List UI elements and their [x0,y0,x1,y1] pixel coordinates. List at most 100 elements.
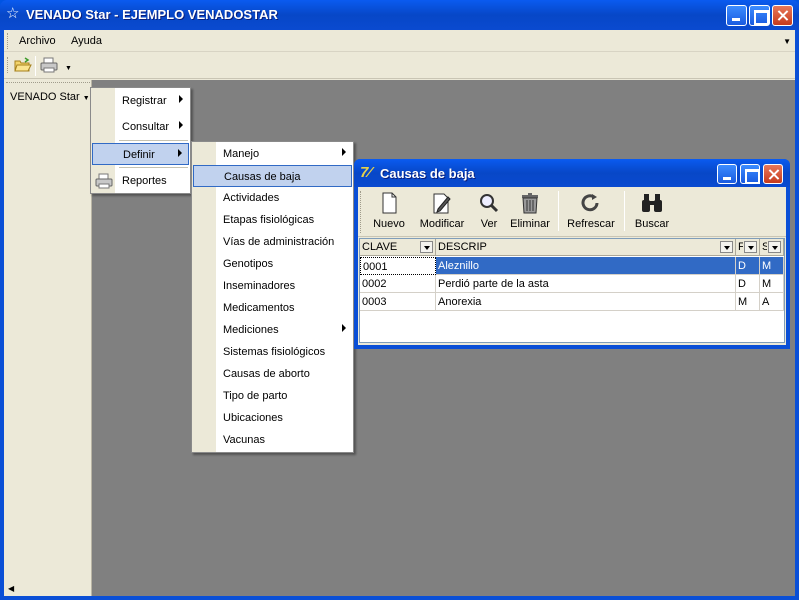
submenu-arrow-icon [342,148,346,156]
table-cell[interactable]: Aleznillo [436,257,736,275]
submenu-item-manejo[interactable]: Manejo [193,143,352,165]
submenu-item-inseminadores[interactable]: Inseminadores [193,275,352,297]
printer-dropdown-icon[interactable]: ▼ [65,65,72,72]
submenu-item-mediciones[interactable]: Mediciones [193,319,352,341]
modificar-button[interactable]: Modificar [416,190,468,234]
submenu-item-tipo-parto[interactable]: Tipo de parto [193,385,352,407]
printer-icon[interactable] [40,57,58,73]
venado-dropdown-menu: Registrar Consultar Definir Reportes [90,87,191,194]
pane-title-menu[interactable]: VENADO Star ▼ [10,91,90,103]
table-cell[interactable]: D [736,257,760,275]
column-header-descrip[interactable]: DESCRIP [436,239,736,256]
menu-separator [119,167,188,168]
table-cell[interactable]: 0003 [360,293,436,311]
trash-icon [522,193,538,214]
sistemas-label: Sistemas fisiológicos [223,346,326,358]
registrar-label: Registrar [122,95,167,107]
menu-item-consultar[interactable]: Consultar [92,116,189,138]
menu-separator [119,140,188,141]
column-header-s[interactable]: S [760,239,784,256]
modificar-label: Modificar [419,218,465,230]
eliminar-button[interactable]: Eliminar [508,190,552,234]
tipo-parto-label: Tipo de parto [223,390,288,402]
toolbar-separator [35,56,36,76]
submenu-item-causas-de-baja[interactable]: Causas de baja [193,165,352,187]
header-label: F [738,241,743,253]
title-bar[interactable]: ☆ VENADO Star - EJEMPLO VENADOSTAR [0,0,799,30]
column-filter-dropdown[interactable] [768,241,781,253]
edit-pencil-icon [433,193,451,214]
nuevo-button[interactable]: Nuevo [366,190,412,234]
submenu-item-medicamentos[interactable]: Medicamentos [193,297,352,319]
menu-item-registrar[interactable]: Registrar [92,90,189,112]
table-cell[interactable]: D [736,275,760,293]
table-cell[interactable]: M [760,257,784,275]
definir-submenu: Manejo Causas de baja Actividades Etapas… [191,141,354,453]
maximize-button[interactable] [749,5,770,26]
menu-item-definir[interactable]: Definir [92,143,189,165]
toolbar-separator [624,191,625,231]
submenu-arrow-icon [178,149,182,157]
scroll-left-icon[interactable]: ◀ [8,584,14,593]
menu-item-reportes[interactable]: Reportes [92,170,189,192]
table-cell[interactable]: A [760,293,784,311]
close-button[interactable] [772,5,793,26]
submenu-item-genotipos[interactable]: Genotipos [193,253,352,275]
submenu-arrow-icon [342,324,346,332]
menu-archivo[interactable]: Archivo [19,35,56,47]
causas-de-baja-window: 7⁄ Causas de baja Nuevo Modificar Ver El… [354,159,790,349]
child-title-bar[interactable]: 7⁄ Causas de baja [354,159,790,187]
consultar-label: Consultar [122,121,170,133]
submenu-arrow-icon [179,95,183,103]
submenu-item-ubicaciones[interactable]: Ubicaciones [193,407,352,429]
ubicaciones-label: Ubicaciones [223,412,283,424]
menu-bar: Archivo Ayuda ▼ [4,30,795,52]
pane-title-label: VENADO Star [10,91,80,103]
definir-label: Definir [123,149,155,161]
column-filter-dropdown[interactable] [744,241,757,253]
manejo-label: Manejo [223,148,260,160]
nuevo-label: Nuevo [373,218,405,230]
refrescar-button[interactable]: Refrescar [564,190,618,234]
open-folder-icon[interactable] [14,57,32,73]
submenu-item-etapas[interactable]: Etapas fisiológicas [193,209,352,231]
column-filter-dropdown[interactable] [720,241,733,253]
chevron-down-icon[interactable]: ▼ [783,37,791,46]
header-label: S [762,241,767,253]
table-cell[interactable]: M [736,293,760,311]
new-document-icon [382,192,397,214]
menu-ayuda[interactable]: Ayuda [71,35,102,47]
submenu-item-sistemas[interactable]: Sistemas fisiológicos [193,341,352,363]
magnifier-icon [480,194,499,213]
child-maximize-button[interactable] [740,164,760,184]
refrescar-label: Refrescar [567,218,615,230]
etapas-label: Etapas fisiológicas [223,214,315,226]
table-cell[interactable]: Perdió parte de la asta [436,275,736,293]
ver-button[interactable]: Ver [472,190,506,234]
toolbar-grip [360,191,363,233]
child-window-title: Causas de baja [380,166,475,181]
submenu-item-vias[interactable]: Vías de administración [193,231,352,253]
pane-dropdown-icon: ▼ [82,95,90,102]
table-cell[interactable]: 0001 [360,257,436,275]
medicamentos-label: Medicamentos [223,302,295,314]
submenu-item-actividades[interactable]: Actividades [193,187,352,209]
window-title: VENADO Star - EJEMPLO VENADOSTAR [26,7,278,22]
submenu-item-causas-aborto[interactable]: Causas de aborto [193,363,352,385]
genotipos-label: Genotipos [223,258,274,270]
buscar-button[interactable]: Buscar [632,190,672,234]
submenu-item-vacunas[interactable]: Vacunas [193,429,352,451]
column-header-clave[interactable]: CLAVE [360,239,436,256]
table-cell[interactable]: 0002 [360,275,436,293]
child-minimize-button[interactable] [717,164,737,184]
child-close-button[interactable] [763,164,783,184]
vacunas-label: Vacunas [223,434,265,446]
child-client-area: Nuevo Modificar Ver Eliminar Refrescar B… [358,187,786,345]
minimize-button[interactable] [726,5,747,26]
table-cell[interactable]: Anorexia [436,293,736,311]
column-header-f[interactable]: F [736,239,760,256]
column-filter-dropdown[interactable] [420,241,433,253]
mediciones-label: Mediciones [223,324,279,336]
left-navigation-pane: VENADO Star ▼ ◀ [4,80,92,596]
table-cell[interactable]: M [760,275,784,293]
